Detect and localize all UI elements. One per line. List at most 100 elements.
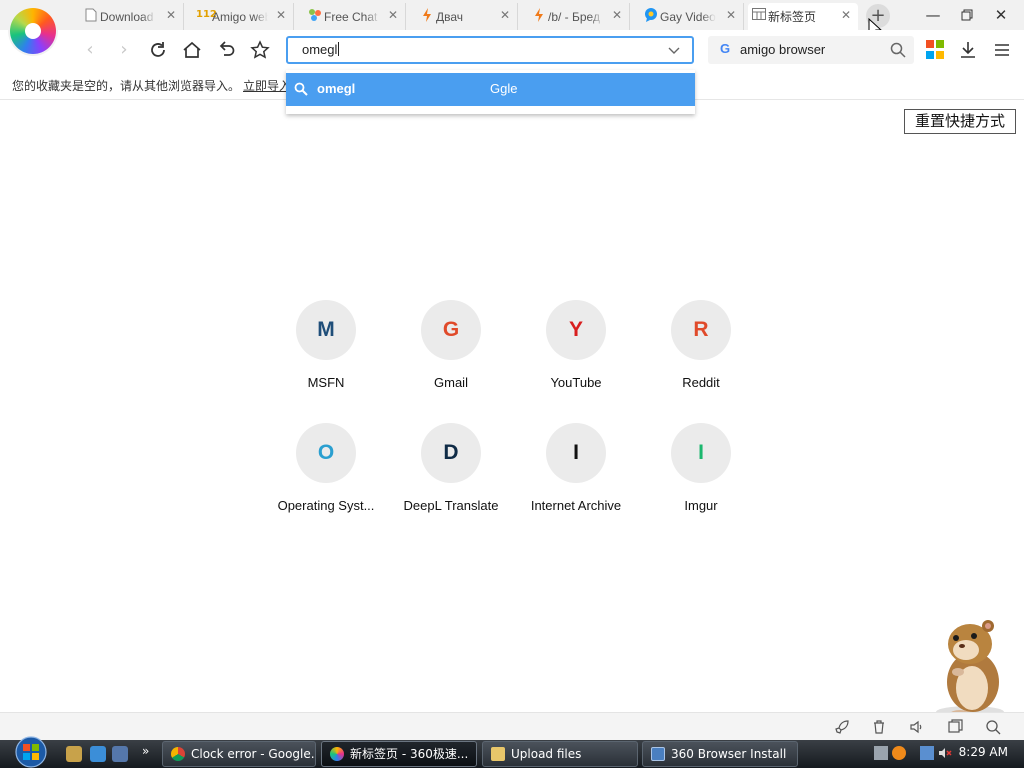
dial-label: Internet Archive xyxy=(530,498,622,513)
folder-icon xyxy=(491,747,505,761)
dial-letter-icon: G xyxy=(421,300,481,360)
dial-label: YouTube xyxy=(550,375,602,390)
lightning-icon xyxy=(420,8,434,22)
tab-free-chat[interactable]: Free Chat ✕ xyxy=(304,3,406,30)
suggestion-item[interactable]: omegl Ggle xyxy=(286,73,695,106)
lightning-icon xyxy=(532,8,546,22)
tab-b-bred[interactable]: /b/ - Бред ✕ xyxy=(528,3,630,30)
grid-icon xyxy=(752,8,766,22)
taskbar: » Clock error - Google... 新标签页 - 360极速..… xyxy=(0,740,1024,768)
download-icon[interactable] xyxy=(958,40,978,60)
dial-letter-icon: O xyxy=(296,423,356,483)
start-button[interactable] xyxy=(8,736,54,768)
back-button[interactable]: ‹ xyxy=(78,38,102,62)
menu-icon[interactable] xyxy=(992,40,1012,60)
taskbar-button-label: 新标签页 - 360极速... xyxy=(350,747,469,761)
speed-dial-deepl[interactable]: D DeepL Translate xyxy=(391,423,511,513)
close-icon[interactable]: ✕ xyxy=(499,8,511,22)
close-icon[interactable]: ✕ xyxy=(611,8,623,22)
search-icon xyxy=(294,82,308,96)
close-icon[interactable]: ✕ xyxy=(165,8,177,22)
browser-logo-icon[interactable] xyxy=(10,8,56,54)
chevron-down-icon[interactable] xyxy=(668,39,680,66)
undo-close-tab-button[interactable] xyxy=(214,38,238,62)
dial-label: Imgur xyxy=(684,498,718,513)
dial-letter-icon: D xyxy=(421,423,481,483)
minimize-icon: — xyxy=(925,6,941,24)
restore-button[interactable] xyxy=(956,5,978,25)
trash-icon[interactable] xyxy=(871,719,887,735)
speed-dial-operating-systems[interactable]: O Operating Syst... xyxy=(266,423,386,513)
suggestion-term: omegl xyxy=(317,81,356,96)
speed-dial-reddit[interactable]: R Reddit xyxy=(641,300,761,390)
tab-new-tab[interactable]: 新标签页 ✕ xyxy=(748,3,858,30)
quick-launch-icon[interactable] xyxy=(112,746,128,762)
tab-amigo[interactable]: 112 Amigo web ✕ xyxy=(192,3,294,30)
reload-icon xyxy=(151,42,165,57)
search-icon[interactable] xyxy=(985,719,1001,735)
show-desktop-icon[interactable] xyxy=(66,746,82,762)
speed-dial-youtube[interactable]: Y YouTube xyxy=(516,300,636,390)
undo-icon xyxy=(219,41,235,56)
dial-label: Gmail xyxy=(434,375,468,390)
tab-download[interactable]: Download ✕ xyxy=(80,3,184,30)
search-input[interactable]: amigo browser xyxy=(740,42,825,57)
minimize-button[interactable]: — xyxy=(922,5,944,25)
tab-gay-video[interactable]: Gay Video ✕ xyxy=(640,3,744,30)
dial-label: Operating Syst... xyxy=(277,498,375,513)
tab-dvach[interactable]: Двач ✕ xyxy=(416,3,518,30)
search-tray-icon[interactable] xyxy=(892,746,906,760)
search-box[interactable]: G amigo browser xyxy=(708,36,914,64)
dial-letter-icon: R xyxy=(671,300,731,360)
chrome-icon xyxy=(171,747,185,761)
google-icon[interactable]: G xyxy=(720,41,730,56)
speed-dial-internet-archive[interactable]: I Internet Archive xyxy=(516,423,636,513)
speed-dial-gmail[interactable]: G Gmail xyxy=(391,300,511,390)
taskbar-button-chrome[interactable]: Clock error - Google... xyxy=(162,741,316,767)
address-bar[interactable]: omegl xyxy=(286,36,694,64)
close-window-button[interactable]: ✕ xyxy=(990,5,1012,25)
browser-window: Download ✕ 112 Amigo web ✕ Free Chat ✕ Д… xyxy=(0,0,1024,768)
address-input[interactable]: omegl xyxy=(302,42,340,57)
apps-grid-icon[interactable] xyxy=(926,40,946,60)
monitor-icon[interactable] xyxy=(920,746,934,760)
home-icon xyxy=(183,41,201,58)
taskbar-button-360-install[interactable]: 360 Browser Install xyxy=(642,741,798,767)
speed-dial-msfn[interactable]: M MSFN xyxy=(266,300,386,390)
hamster-mascot-icon xyxy=(936,620,1004,718)
bookmarks-empty-message: 您的收藏夹是空的，请从其他浏览器导入。 xyxy=(12,79,241,93)
chevron-right-icon: › xyxy=(120,39,128,60)
amigo-icon: 112 xyxy=(196,9,217,20)
rocket-icon[interactable] xyxy=(834,719,850,735)
speaker-icon[interactable] xyxy=(909,719,925,735)
navigation-toolbar: ‹ › omegl G amigo browser xyxy=(0,30,1024,70)
taskbar-button-label: Upload files xyxy=(511,747,582,761)
speed-dial-imgur[interactable]: I Imgur xyxy=(641,423,761,513)
import-now-link[interactable]: 立即导入 xyxy=(243,77,291,94)
chevron-right-icon[interactable]: » xyxy=(142,744,149,758)
tab-title: 新标签页 xyxy=(768,10,817,24)
window-icon[interactable] xyxy=(947,719,963,735)
volume-muted-icon[interactable] xyxy=(938,746,952,760)
tab-title: Amigo web xyxy=(212,9,268,24)
close-icon[interactable]: ✕ xyxy=(275,8,287,22)
forward-button[interactable]: › xyxy=(112,38,136,62)
close-icon[interactable]: ✕ xyxy=(387,8,399,22)
restore-icon xyxy=(961,9,973,21)
taskbar-button-360-browser[interactable]: 新标签页 - 360极速... xyxy=(321,741,477,767)
home-button[interactable] xyxy=(180,38,204,62)
dial-label: Reddit xyxy=(682,375,720,390)
reload-button[interactable] xyxy=(146,38,170,62)
network-icon[interactable] xyxy=(874,746,888,760)
close-icon[interactable]: ✕ xyxy=(840,8,852,22)
installer-icon xyxy=(651,747,665,761)
bookmark-star-button[interactable] xyxy=(248,38,272,62)
tab-title: Free Chat xyxy=(324,9,378,24)
reset-shortcuts-button[interactable]: 重置快捷方式 xyxy=(904,109,1016,134)
search-icon[interactable] xyxy=(890,42,906,58)
dial-letter-icon: I xyxy=(546,423,606,483)
close-icon[interactable]: ✕ xyxy=(725,8,737,22)
dial-letter-icon: I xyxy=(671,423,731,483)
taskbar-button-upload-files[interactable]: Upload files xyxy=(482,741,638,767)
quick-launch-icon[interactable] xyxy=(90,746,106,762)
